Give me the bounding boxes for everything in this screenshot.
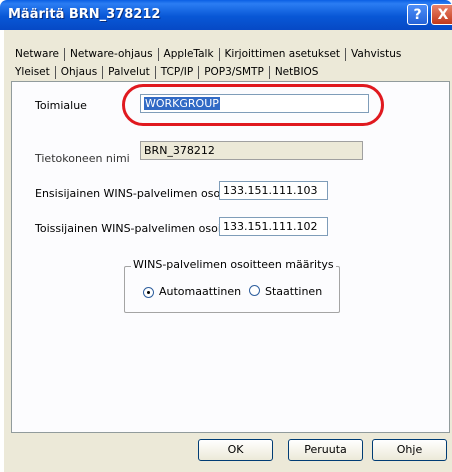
- tab-row-1: Netware Netware-ohjaus AppleTalk Kirjoittim…: [10, 47, 406, 61]
- cancel-button[interactable]: Peruuta: [288, 439, 363, 461]
- window-title: Määritä BRN_378212: [8, 7, 161, 22]
- radio-static-label[interactable]: Staattinen: [265, 285, 322, 298]
- ok-button[interactable]: OK: [198, 439, 273, 461]
- tab-appletalk[interactable]: AppleTalk: [159, 48, 220, 61]
- dialog-window: Määritä BRN_378212 ? X Netware Netware-oh…: [0, 0, 452, 472]
- tab-netware[interactable]: Netware: [10, 48, 65, 61]
- tab-row-2: Yleiset Ohjaus Palvelut TCP/IP POP3/SMTP NetB…: [10, 65, 323, 79]
- tab-tcp-ip[interactable]: TCP/IP: [156, 66, 200, 79]
- tab-kirjoittimen-asetukset[interactable]: Kirjoittimen asetukset: [220, 48, 347, 61]
- title-bar[interactable]: Määritä BRN_378212 ? X: [0, 0, 452, 30]
- computer-name-field: BRN_378212: [140, 141, 363, 160]
- workgroup-label: Toimialue: [35, 99, 87, 112]
- tab-panel: [11, 81, 450, 433]
- radio-automatic-label[interactable]: Automaattinen: [159, 285, 241, 298]
- close-button[interactable]: X: [431, 4, 452, 25]
- tab-vahvistus[interactable]: Vahvistus: [346, 48, 406, 61]
- tab-netbios[interactable]: NetBIOS: [270, 66, 324, 79]
- tab-pop3-smtp[interactable]: POP3/SMTP: [199, 66, 270, 79]
- secondary-wins-label: Toissijainen WINS-palvelimen osoite: [35, 222, 232, 235]
- radio-automatic[interactable]: [143, 287, 154, 298]
- tab-yleiset[interactable]: Yleiset: [10, 66, 56, 79]
- tab-ohjaus[interactable]: Ohjaus: [56, 66, 104, 79]
- help-button[interactable]: Ohje: [372, 439, 447, 461]
- highlight-oval: [122, 84, 384, 126]
- tab-netware-ohjaus[interactable]: Netware-ohjaus: [65, 48, 159, 61]
- tab-palvelut[interactable]: Palvelut: [103, 66, 156, 79]
- primary-wins-input[interactable]: 133.151.111.103: [219, 181, 328, 200]
- radio-static[interactable]: [249, 285, 260, 296]
- help-titlebar-button[interactable]: ?: [407, 4, 428, 25]
- computer-name-label: Tietokoneen nimi: [35, 152, 130, 165]
- wins-group-label: WINS-palvelimen osoitteen määritys: [131, 258, 336, 271]
- secondary-wins-input[interactable]: 133.151.111.102: [219, 217, 328, 236]
- primary-wins-label: Ensisijainen WINS-palvelimen osoite: [35, 187, 235, 200]
